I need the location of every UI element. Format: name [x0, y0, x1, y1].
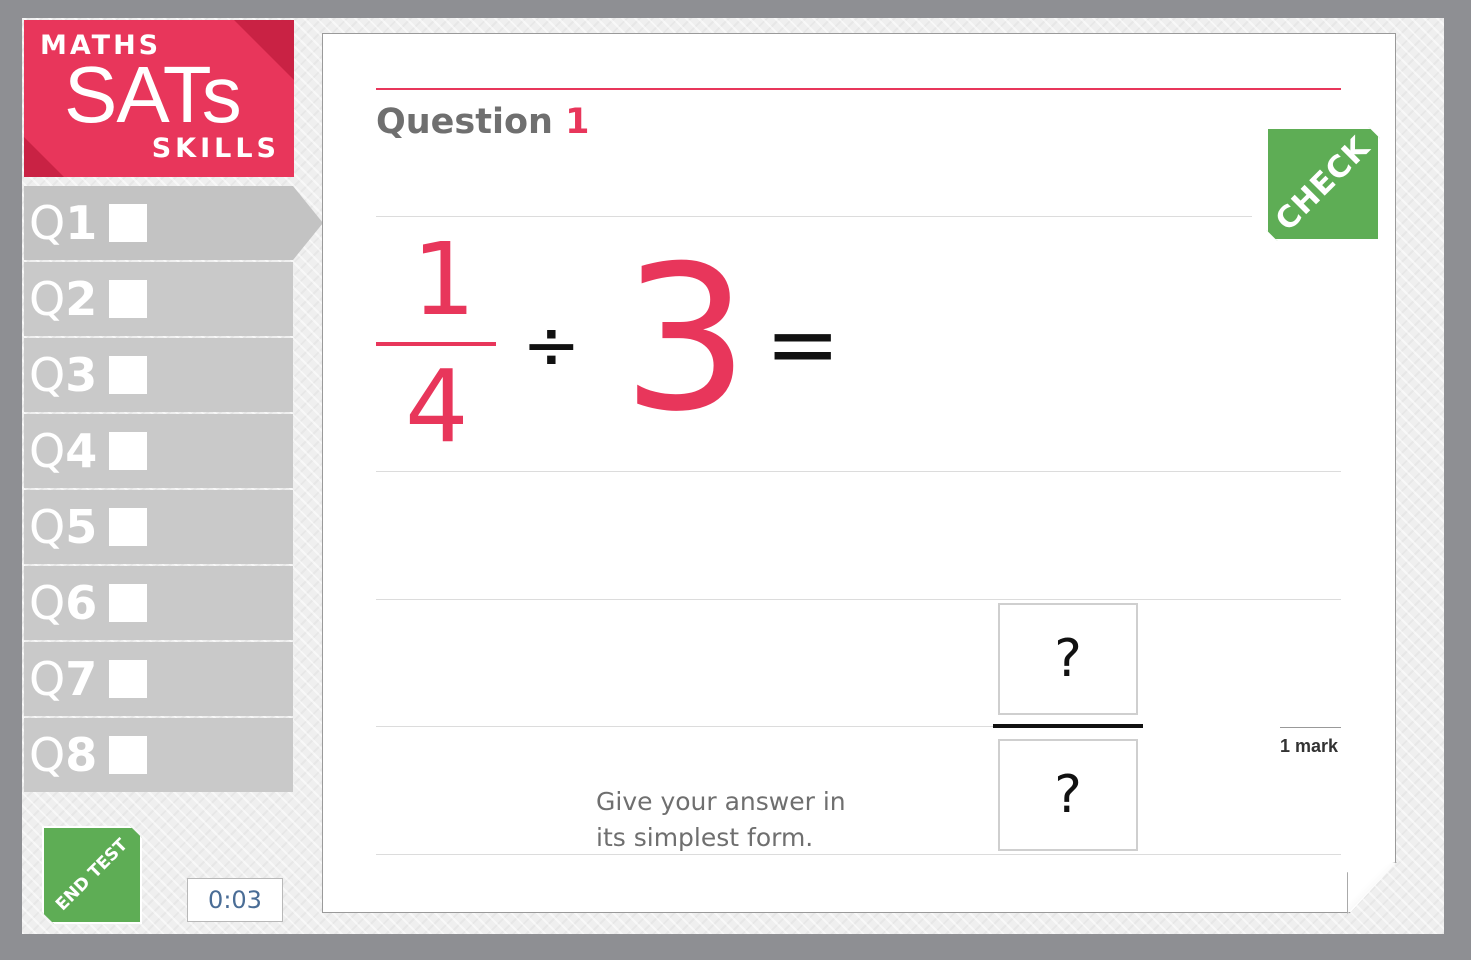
question-nav-prefix: Q: [29, 576, 66, 630]
question-nav-item-4[interactable]: Q4: [24, 414, 293, 488]
question-status-box: [109, 432, 147, 470]
answer-hint-line: its simplest form.: [596, 823, 814, 852]
answer-hint: Give your answer in its simplest form.: [596, 784, 956, 856]
logo-skills-text: SKILLS: [151, 133, 280, 164]
equals-sign: =: [765, 292, 841, 397]
question-nav-item-5[interactable]: Q5: [24, 490, 293, 564]
question-status-box: [109, 204, 147, 242]
question-status-box: [109, 280, 147, 318]
question-nav-prefix: Q: [29, 500, 66, 554]
question-nav-item-3[interactable]: Q3: [24, 338, 293, 412]
question-status-box: [109, 736, 147, 774]
question-nav-label: Q7: [29, 652, 97, 706]
fraction-denominator: 4: [405, 348, 469, 465]
question-sheet: [322, 33, 1396, 913]
question-nav-label: Q3: [29, 348, 97, 402]
question-nav: Q1 Q2 Q3 Q4 Q5 Q6 Q7 Q8: [24, 186, 324, 794]
question-nav-number: 8: [65, 728, 98, 782]
question-status-box: [109, 508, 147, 546]
question-nav-label: Q1: [29, 196, 97, 250]
maths-sats-skills-logo: MATHS SATs SKILLS: [24, 20, 294, 177]
check-label: CHECK: [1268, 129, 1378, 239]
question-nav-label: Q5: [29, 500, 97, 554]
fraction-numerator: 1: [412, 221, 476, 338]
question-nav-item-6[interactable]: Q6: [24, 566, 293, 640]
question-nav-item-2[interactable]: Q2: [24, 262, 293, 336]
fraction-bar: [376, 342, 496, 346]
divider-line: [376, 599, 1341, 600]
divider-line: [376, 726, 993, 727]
divide-operator: ÷: [522, 304, 581, 386]
question-nav-item-1[interactable]: Q1: [24, 186, 323, 260]
question-status-box: [109, 584, 147, 622]
question-title-number: 1: [565, 102, 590, 142]
question-nav-label: Q2: [29, 272, 97, 326]
question-nav-prefix: Q: [29, 728, 66, 782]
mark-divider: [1280, 727, 1341, 728]
question-nav-number: 7: [65, 652, 98, 706]
question-nav-prefix: Q: [29, 196, 66, 250]
question-nav-prefix: Q: [29, 424, 66, 478]
divider-line: [376, 471, 1341, 472]
question-nav-label: Q8: [29, 728, 97, 782]
divisor-number: 3: [622, 223, 750, 456]
question-nav-item-8[interactable]: Q8: [24, 718, 293, 792]
end-test-button[interactable]: END TEST: [42, 826, 142, 924]
answer-denominator-input[interactable]: [998, 739, 1138, 851]
question-nav-number: 5: [65, 500, 98, 554]
divider-line: [376, 216, 1252, 217]
question-nav-number: 1: [65, 196, 98, 250]
question-nav-number: 3: [65, 348, 98, 402]
answer-numerator-input[interactable]: [998, 603, 1138, 715]
question-nav-prefix: Q: [29, 348, 66, 402]
question-status-box: [109, 660, 147, 698]
marks-label: 1 mark: [1280, 736, 1339, 756]
logo-corner-decoration: [234, 20, 294, 80]
question-title: Question 1: [376, 102, 589, 142]
question-nav-number: 4: [65, 424, 98, 478]
check-answer-button[interactable]: CHECK: [1266, 127, 1380, 241]
question-nav-number: 6: [65, 576, 98, 630]
answer-fraction-bar: [993, 724, 1143, 728]
question-nav-prefix: Q: [29, 272, 66, 326]
question-title-label: Question: [376, 102, 553, 142]
answer-hint-line: Give your answer in: [596, 787, 846, 816]
timer-display: 0:03: [187, 878, 283, 922]
question-nav-item-7[interactable]: Q7: [24, 642, 293, 716]
logo-sats-text: SATs: [64, 50, 242, 139]
question-header-divider: [376, 88, 1341, 90]
question-nav-label: Q6: [29, 576, 97, 630]
question-nav-number: 2: [65, 272, 98, 326]
end-test-label: END TEST: [52, 835, 132, 915]
question-status-box: [109, 356, 147, 394]
question-nav-prefix: Q: [29, 652, 66, 706]
question-nav-label: Q4: [29, 424, 97, 478]
logo-corner-decoration: [24, 137, 64, 177]
